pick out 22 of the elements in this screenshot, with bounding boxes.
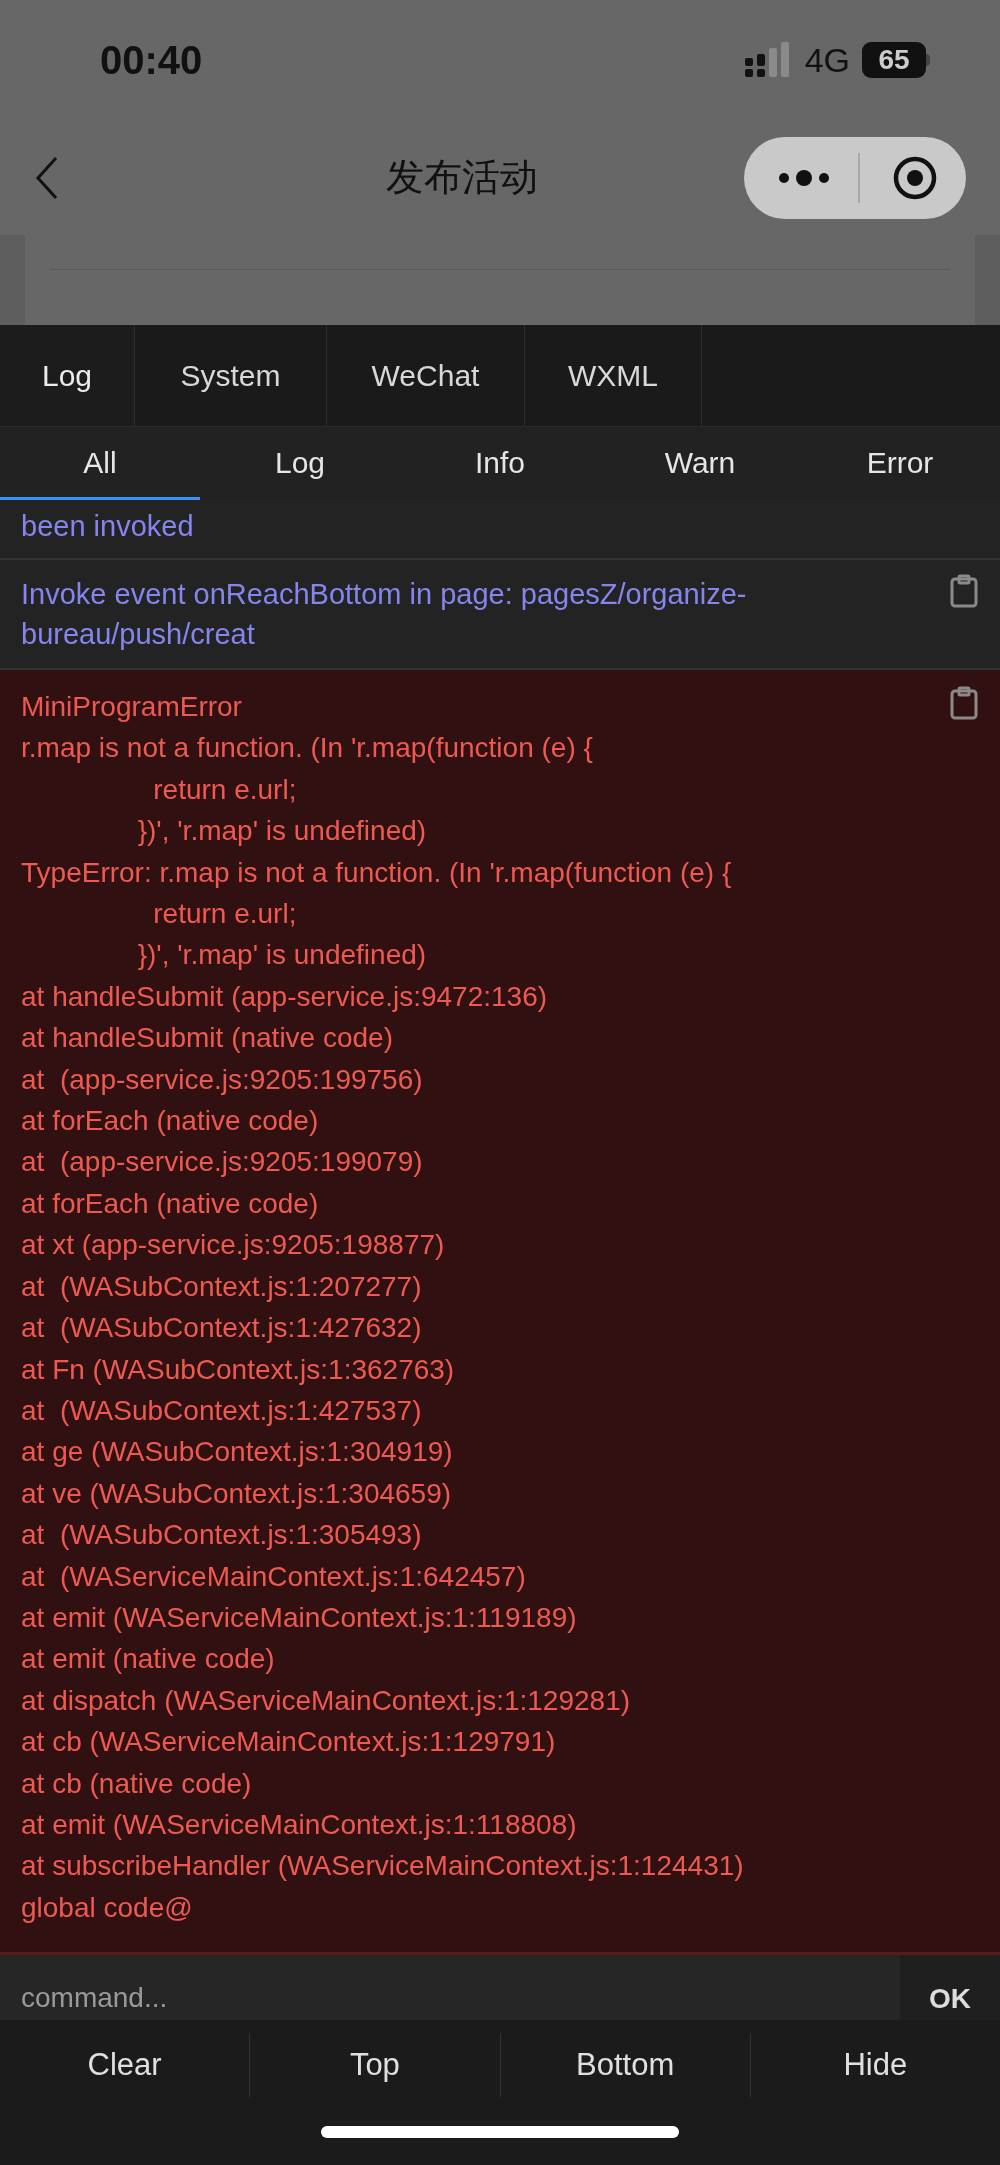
action-button[interactable]: Bottom [499, 2033, 750, 2097]
error-title: MiniProgramError [21, 690, 243, 724]
filter-tab[interactable]: Warn [600, 427, 800, 500]
page-title: 发布活动 [386, 154, 538, 201]
error-stack: r.map is not a function. (In 'r.map(function (e) { return e.url; })', 'r.map' is undefined) TypeError: r.map is not a function. (In 'r.map(function (e) { return e.url; })', 'r.map' is undefined) at handleSubmit (app-service.js:9472:136) at handleSubmit (native code) at (app-service.js:9205:199756) at forEach (native code) at (app-service.js:9205:199079) at forEach (native code) at xt (app-service.js:9205:198877) at (WASubContext.js:1:207277) at (WASubContext.js:1:427632) at Fn (WASubContext.js:1:362763) at (WASubContext.js:1:427537) at ge (WASubContext.js:1:304919) at ve (WASubContext.js:1:304659) at (WASubContext.js:1:305493) at (WAServiceMainContext.js:1:642457) at emit (WAServiceMainContext.js:1:119189) at emit (native code) at dispatch (WAServiceMainContext.js:1:129281) at cb (WAServiceMainContext.js:1:129791) at cb (native code) at emit (WAServiceMainContext.js:1:118808) at subscribeHandler (WAServiceMainContext.js:1:124431) global code@ [21, 731, 744, 1925]
battery-level: 65 [878, 46, 910, 74]
filter-tab[interactable]: Error [800, 427, 1000, 500]
clipboard-icon[interactable] [950, 574, 978, 608]
action-button[interactable]: Hide [749, 2033, 1000, 2097]
back-icon[interactable] [34, 155, 60, 200]
command-field[interactable]: command... [0, 1955, 900, 2020]
filter-tab[interactable]: Info [400, 427, 600, 500]
ok-button[interactable]: OK [900, 1955, 1000, 2020]
filter-tab[interactable]: Log [200, 427, 400, 500]
action-button[interactable]: Clear [0, 2033, 250, 2097]
log-message: Invoke event onReachBottom in page: pagesZ/organize-bureau/push/creat [21, 577, 748, 652]
status-time: 00:40 [100, 37, 203, 84]
action-button[interactable]: Top [249, 2033, 500, 2097]
log-message: been invoked [21, 509, 195, 544]
record-icon[interactable] [892, 154, 938, 201]
network-label: 4G [804, 39, 850, 81]
clipboard-icon[interactable] [950, 686, 978, 720]
